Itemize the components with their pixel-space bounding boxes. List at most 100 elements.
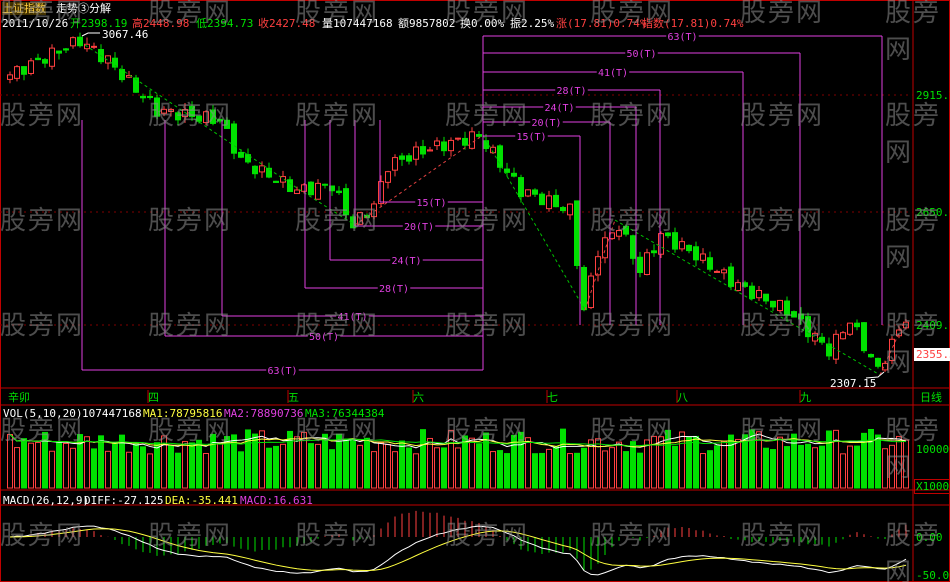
candle: [14, 66, 20, 79]
volume-bar: [126, 451, 132, 489]
candle: [637, 256, 643, 273]
volume-bar: [28, 442, 34, 489]
watermark: 股旁网: [740, 0, 825, 28]
candle: [336, 190, 342, 194]
candle: [826, 343, 832, 357]
vol-ma2: MA2:78890736: [224, 407, 304, 420]
volume-bar: [420, 429, 426, 489]
watermark: 股旁网: [590, 206, 675, 236]
volume-bar: [784, 446, 790, 489]
period-button[interactable]: 日线: [920, 391, 942, 404]
watermark: 股旁网: [0, 521, 85, 551]
candle: [7, 74, 13, 80]
volume-bar: [203, 452, 209, 489]
volume-bar: [581, 447, 587, 489]
volume-bar: [805, 443, 811, 489]
candle: [49, 47, 55, 67]
volume-bar: [266, 447, 272, 489]
watermark: 股旁网: [295, 311, 380, 341]
date-label: 九: [800, 391, 811, 404]
volume-bar: [686, 436, 692, 489]
volume-bar: [819, 445, 825, 489]
candle: [707, 257, 713, 270]
volume-bar: [49, 450, 55, 489]
watermark: 股旁网: [885, 416, 942, 483]
volume-bar: [588, 439, 594, 489]
bracket-label: 20(T): [531, 118, 561, 129]
trough-label: 2307.15: [830, 377, 877, 390]
candle: [693, 246, 699, 261]
volume-bar: [546, 448, 552, 489]
volume-bar: [854, 445, 860, 489]
candle: [441, 141, 447, 152]
volume-bar: [840, 453, 846, 489]
candle: [63, 48, 69, 51]
volume-bar: [168, 445, 174, 489]
trend-line: [84, 44, 356, 226]
candle: [77, 36, 83, 47]
macd-diff: DIFF:-27.125: [84, 494, 164, 507]
candle: [91, 45, 97, 48]
candle: [119, 68, 125, 81]
watermark: 股旁网: [148, 521, 233, 551]
candle: [840, 332, 846, 340]
bracket-label: 63(T): [667, 32, 697, 43]
candle: [854, 322, 860, 328]
volume-bar: [196, 439, 202, 489]
candle: [735, 282, 741, 291]
volume-bar: [175, 452, 181, 489]
watermark: 股旁网: [148, 311, 233, 341]
candle: [252, 165, 258, 175]
watermark: 股旁网: [148, 101, 233, 131]
volume-bar: [532, 453, 538, 489]
candle: [315, 182, 321, 200]
candle: [504, 168, 510, 173]
candle: [644, 252, 650, 276]
volume-bar: [707, 450, 713, 489]
candle: [462, 137, 468, 146]
date-label: 四: [148, 391, 159, 404]
volume-bar: [378, 442, 384, 489]
watermark: 股旁网: [445, 311, 530, 341]
date-label: 六: [413, 391, 424, 404]
candle: [413, 146, 419, 160]
candle: [35, 57, 41, 61]
candle: [294, 189, 300, 195]
bracket-label: 41(T): [598, 68, 628, 79]
watermark: 股旁网: [445, 521, 530, 551]
candle: [476, 134, 482, 137]
candle: [861, 322, 867, 352]
volume-bar: [637, 452, 643, 489]
candle: [28, 60, 34, 74]
volume-bar: [679, 431, 685, 489]
volume-bar: [154, 442, 160, 489]
candle: [70, 37, 76, 47]
volume-bar: [602, 450, 608, 489]
watermark: 股旁网: [148, 0, 233, 28]
candle: [875, 357, 881, 367]
volume-bar: [63, 442, 69, 489]
date-label: 五: [288, 391, 299, 404]
candle: [518, 177, 524, 198]
candle: [630, 235, 636, 259]
candle: [427, 149, 433, 152]
watermark: 股旁网: [740, 521, 825, 551]
volume-bar: [357, 444, 363, 489]
peak-label: 3067.46: [102, 28, 149, 41]
volume-bar: [140, 446, 146, 489]
candle: [140, 95, 146, 99]
volume-bar: [84, 436, 90, 489]
watermark: 股旁网: [0, 0, 85, 28]
volume-bar: [693, 435, 699, 489]
candle: [21, 66, 27, 75]
volume-bar: [504, 453, 510, 489]
volume-bar: [875, 434, 881, 489]
candle: [273, 180, 279, 183]
trend-line: [614, 219, 881, 376]
volume-bar: [371, 451, 377, 489]
bracket-label: 15(T): [416, 198, 446, 209]
volume-bar: [56, 441, 62, 489]
volume-bar: [574, 452, 580, 489]
volume-bar: [238, 451, 244, 489]
volume-bar: [70, 447, 76, 489]
